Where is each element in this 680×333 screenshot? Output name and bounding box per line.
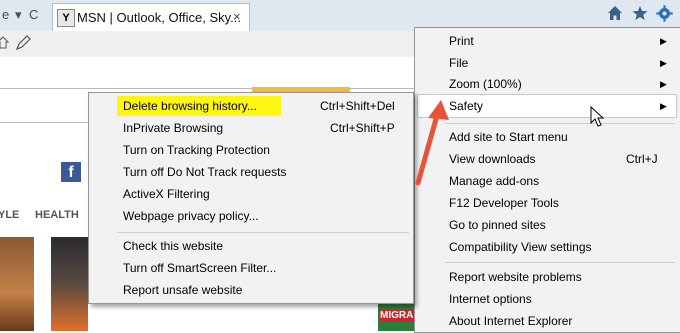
- mouse-cursor-icon: [590, 106, 605, 127]
- annotation-arrow-icon: [415, 100, 449, 186]
